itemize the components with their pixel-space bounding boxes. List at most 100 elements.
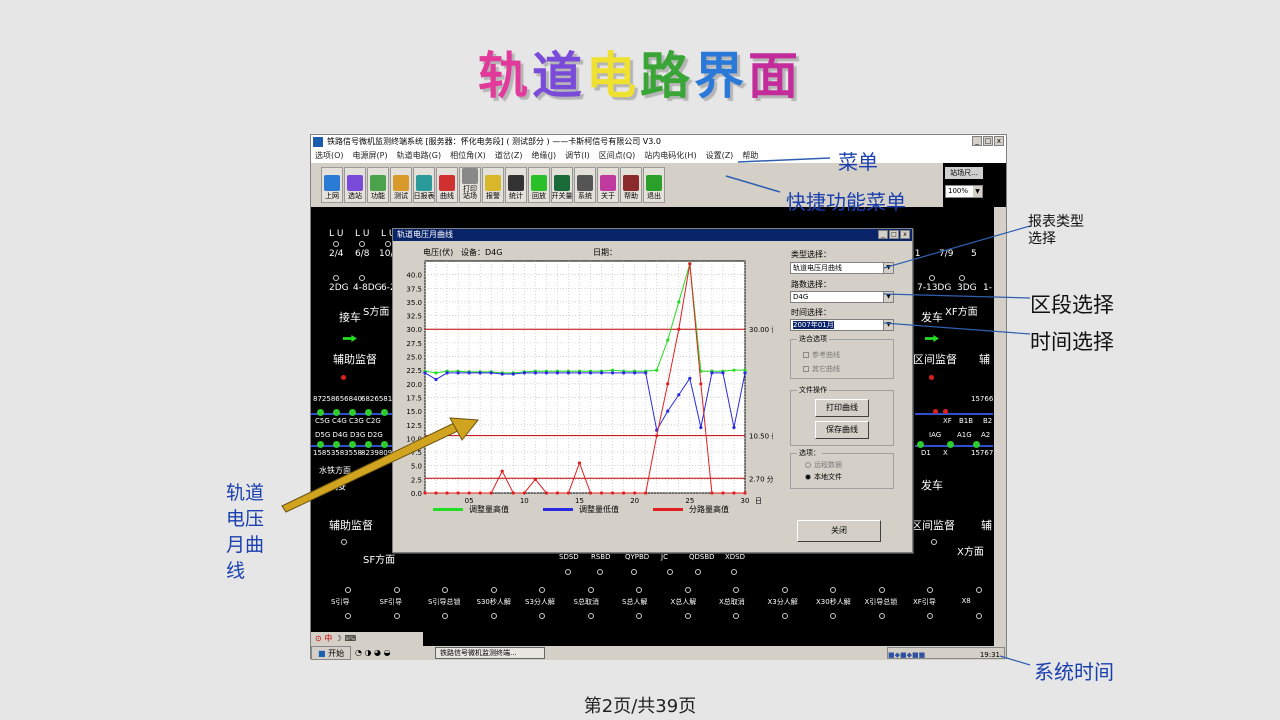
menu-item[interactable]: 道岔(Z) (495, 149, 523, 163)
data-point (423, 371, 427, 375)
quicklaunch-icons[interactable]: ◔ ◑ ◕ ◒ (355, 646, 391, 660)
control-button[interactable]: RSBD (591, 553, 611, 561)
time-select[interactable]: 2007年01月 ▼ (790, 319, 894, 331)
signal-lamp (393, 613, 400, 619)
chevron-down-icon[interactable]: ▼ (883, 263, 893, 273)
toolbar-button[interactable]: 关于 (597, 167, 619, 203)
control-button[interactable]: QDSBD (689, 553, 715, 561)
toolbar-button[interactable]: 选站 (344, 167, 366, 203)
maximize-icon[interactable]: □ (889, 230, 899, 239)
taskbar-item[interactable]: 铁路信号微机监测终端... (435, 647, 545, 659)
ref-curve-checkbox[interactable]: 参考曲线 (803, 350, 840, 360)
route-button[interactable]: X总人解 (671, 597, 697, 607)
menu-item[interactable]: 设置(Z) (706, 149, 734, 163)
route-button[interactable]: X30秒人解 (816, 597, 851, 607)
signal-lamp (733, 587, 739, 593)
maximize-icon[interactable]: □ (983, 136, 993, 146)
tray-icons[interactable]: ■◆■◆■■ (888, 651, 925, 659)
toolbar-button[interactable]: 报警 (482, 167, 504, 203)
keyboard-icon[interactable]: ⌨ (345, 634, 357, 643)
toolbar-button[interactable]: 测试 (390, 167, 412, 203)
data-point (633, 491, 637, 495)
route-button[interactable]: S总取消 (574, 597, 599, 607)
station-label: 站场尺... (945, 167, 983, 179)
app-icon (313, 137, 323, 147)
y-tick-label: 25.0 (406, 354, 422, 362)
red-indicator (933, 409, 938, 414)
remote-data-radio[interactable]: 远程数据 (805, 460, 842, 470)
toolbar-button[interactable]: 打印 站场 (459, 167, 481, 203)
signal-lamp (927, 587, 933, 593)
chevron-down-icon[interactable]: ▼ (883, 292, 893, 302)
moon-icon[interactable]: ☽ (335, 634, 342, 643)
data-point (699, 382, 703, 386)
ime-mode[interactable]: 中 (324, 634, 332, 643)
menu-item[interactable]: 区间点(Q) (599, 149, 636, 163)
menu-item[interactable]: 调节(I) (565, 149, 590, 163)
toolbar-button[interactable]: 曲线 (436, 167, 458, 203)
local-file-radio[interactable]: 本地文件 (805, 472, 842, 482)
close-icon[interactable]: x (900, 230, 910, 239)
menu-item[interactable]: 选项(O) (315, 149, 344, 163)
route-button[interactable]: X引导总锁 (865, 597, 898, 607)
signal-lamp (878, 587, 885, 593)
fu-label-2: 辅 (981, 519, 992, 532)
control-button[interactable]: SDSD (559, 553, 579, 561)
toolbar-button[interactable]: 统计 (505, 167, 527, 203)
close-icon[interactable]: x (994, 136, 1004, 146)
ime-icon[interactable]: ⊙ (315, 634, 322, 643)
reference-label: 30.00 调整 (749, 325, 773, 334)
control-button[interactable]: QYPBD (625, 553, 649, 561)
minimize-icon[interactable]: _ (972, 136, 982, 146)
toolbar-button[interactable]: 开关量 (551, 167, 573, 203)
type-select[interactable]: 轨道电压月曲线 ▼ (790, 262, 894, 274)
menu-item[interactable]: 轨道电路(G) (397, 149, 441, 163)
toolbar-button[interactable]: 上网 (321, 167, 343, 203)
route-button[interactable]: X3分人解 (768, 597, 798, 607)
toolbar-button[interactable]: 日报表 (413, 167, 435, 203)
print-curve-button[interactable]: 打印曲线 (815, 399, 869, 417)
other-curve-checkbox[interactable]: 其它曲线 (803, 364, 840, 374)
zoom-select[interactable]: 100% ▼ (945, 185, 983, 198)
chevron-down-icon[interactable]: ▼ (883, 320, 893, 330)
data-point (644, 371, 648, 375)
signal-lamp (587, 587, 594, 593)
route-button[interactable]: SF引导 (380, 597, 402, 607)
toolbar-icon (439, 175, 455, 191)
data-point (743, 368, 747, 372)
menu-item[interactable]: 站内电码化(H) (644, 149, 696, 163)
route-button[interactable]: S引导总锁 (428, 597, 460, 607)
chevron-down-icon[interactable]: ▼ (973, 186, 982, 197)
route-button[interactable]: X总取消 (719, 597, 745, 607)
signal-lamp (345, 613, 351, 619)
toolbar-button[interactable]: 退出 (643, 167, 665, 203)
close-button[interactable]: 关闭 (797, 520, 881, 542)
control-button[interactable]: XDSD (725, 553, 745, 561)
menu-item[interactable]: 绝缘(J) (532, 149, 557, 163)
control-button[interactable]: JC (661, 553, 668, 561)
toolbar-button[interactable]: 功能 (367, 167, 389, 203)
toolbar-button[interactable]: 回放 (528, 167, 550, 203)
minimize-icon[interactable]: _ (878, 230, 888, 239)
toolbar-button[interactable]: 系统 (574, 167, 596, 203)
route-select[interactable]: D4G ▼ (790, 291, 894, 303)
overlay-group: 迭合选项 参考曲线 其它曲线 (790, 334, 894, 379)
route-button[interactable]: S3分人解 (525, 597, 555, 607)
route-button[interactable]: S总人解 (622, 597, 647, 607)
vertical-scrollbar[interactable] (994, 207, 1006, 647)
menu-item[interactable]: 相位角(X) (450, 149, 486, 163)
save-curve-button[interactable]: 保存曲线 (815, 421, 869, 439)
menu-item[interactable]: 帮助 (742, 149, 758, 163)
route-button[interactable]: S30秒人解 (477, 597, 511, 607)
signal-lamp (359, 241, 365, 247)
y-tick-label: 40.0 (406, 272, 422, 280)
start-button[interactable]: ■ 开始 (311, 646, 352, 660)
option-group-label: 选项： (797, 448, 822, 458)
route-button[interactable]: S引导 (331, 597, 349, 607)
menu-item[interactable]: 电源屏(P) (353, 149, 388, 163)
route-button[interactable]: X8 (962, 597, 971, 605)
title-char: 面 (748, 46, 802, 105)
route-button[interactable]: XF引导 (913, 597, 936, 607)
data-point (500, 469, 504, 473)
toolbar-button[interactable]: 帮助 (620, 167, 642, 203)
